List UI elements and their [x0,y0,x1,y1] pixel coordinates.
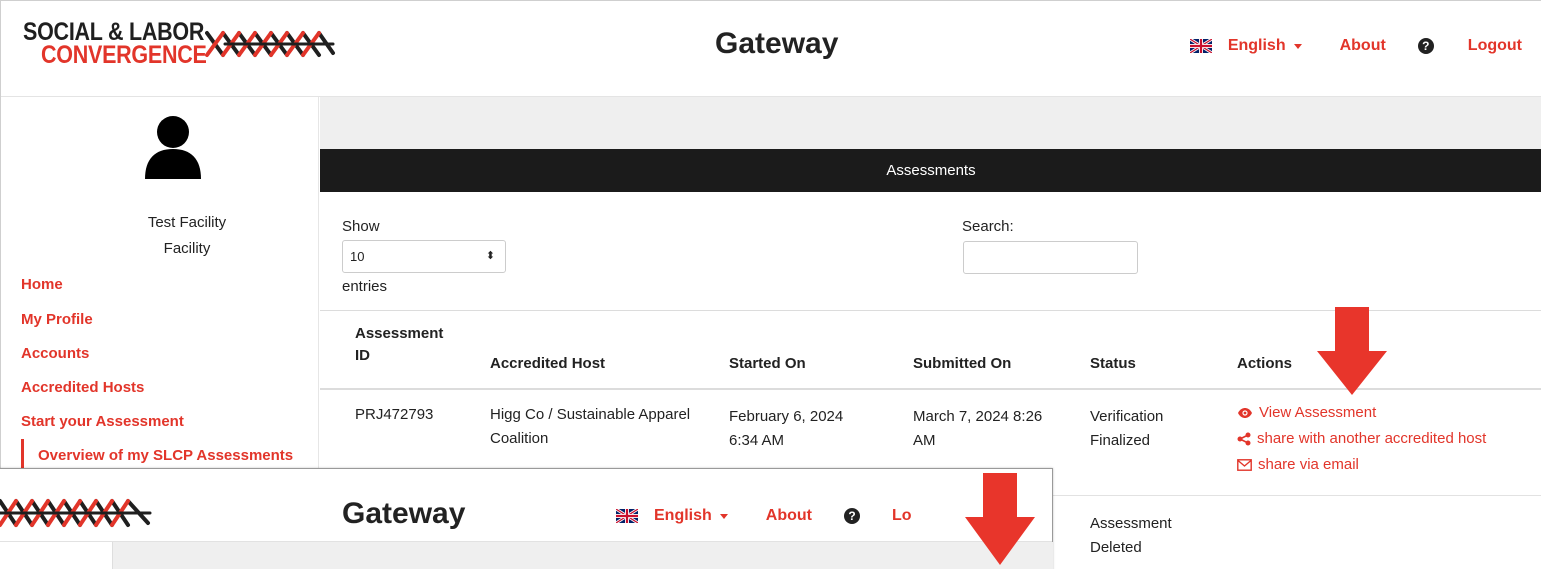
question-circle-icon[interactable]: ? [1417,38,1434,54]
cell-host-line2: Coalition [490,430,549,447]
browser-frame: SOCIAL & LABOR CONVERGENCE Gateway Engli… [0,0,1541,569]
sidebar-item-my-profile[interactable]: My Profile [21,303,319,337]
overlay-screenshot: Gateway English About ? Lo [0,468,1053,569]
header-started-on[interactable]: Started On [729,353,806,375]
eye-icon [1238,407,1252,418]
cell-submitted-line2: AM [913,432,936,449]
overlay-logout-link[interactable]: Lo [892,507,912,525]
top-navbar: SOCIAL & LABOR CONVERGENCE Gateway Engli… [1,1,1541,97]
cell-status-row2-line2: Deleted [1090,539,1142,556]
page-title: Gateway [715,27,839,60]
cell-status-row2: Assessment Deleted [1090,512,1172,560]
question-circle-icon[interactable]: ? [843,508,860,524]
sidebar-item-start-assessment[interactable]: Start your Assessment [21,405,319,439]
overlay-about-link[interactable]: About [766,507,812,525]
sidebar-menu: Home My Profile Accounts Accredited Host… [21,273,319,473]
slcp-logo[interactable]: SOCIAL & LABOR CONVERGENCE [23,19,343,79]
overlay-language-label: English [654,507,712,524]
language-dropdown[interactable]: English [1189,37,1302,55]
header-accredited-host[interactable]: Accredited Host [490,353,605,375]
uk-flag-icon [616,509,638,523]
overlay-language-dropdown[interactable]: English [616,507,728,525]
entries-select-value: 10 [350,249,365,264]
nav-right: English About ? Logout [1189,37,1522,55]
language-label: English [1227,37,1286,54]
cell-accredited-host: Higg Co / Sustainable Apparel Coalition [490,403,690,451]
share-accredited-host-link[interactable]: share with another accredited host [1237,430,1486,447]
sidebar-item-home[interactable]: Home [21,273,319,303]
cell-started-on: February 6, 2024 6:34 AM [729,405,843,453]
entries-label: entries [342,278,388,295]
header-assessment-id-line1: Assessment [355,325,444,342]
header-assessment-id[interactable]: Assessment ID [355,323,443,367]
logo-text-line2: CONVERGENCE [41,41,207,69]
user-avatar-icon [145,116,201,179]
overlay-page-title: Gateway [342,497,466,530]
cell-status: Verification Finalized [1090,405,1163,453]
cell-submitted-on: March 7, 2024 8:26 AM [913,405,1042,453]
entries-per-page-select[interactable]: 10 ⬍ [342,240,506,273]
search-input[interactable] [963,241,1138,274]
annotation-arrow-down-icon [1317,307,1387,395]
header-actions: Actions [1237,355,1293,372]
envelope-icon [1237,458,1252,471]
cell-host-line1: Higg Co / Sustainable Apparel [490,406,691,423]
header-assessment-id-line2: ID [355,347,370,364]
sidebar-item-accredited-hosts[interactable]: Accredited Hosts [21,371,319,405]
sidebar-item-accounts[interactable]: Accounts [21,337,319,371]
cell-started-line2: 6:34 AM [729,432,785,449]
share-via-email-link[interactable]: share via email [1237,456,1359,473]
assessments-panel-header: Assessments [320,149,1541,192]
cell-status-line1: Verification [1090,408,1164,425]
view-assessment-link[interactable]: View Assessment [1237,404,1376,421]
chevron-down-icon [719,513,728,519]
chevron-down-icon [1293,43,1302,49]
overlay-gray-bar [113,542,1053,569]
search-label: Search: [962,218,1014,235]
cell-status-line2: Finalized [1090,432,1151,449]
uk-flag-icon [1189,39,1212,53]
cell-started-line1: February 6, 2024 [729,408,844,425]
logo-braid-icon [0,499,152,527]
select-updown-icon: ⬍ [485,250,495,262]
logo-braid-icon [205,31,335,57]
header-status[interactable]: Status [1090,353,1136,375]
sidebar-user-name: Test Facility [147,214,227,231]
cell-assessment-id: PRJ472793 [355,406,434,423]
sidebar-user-role: Facility [163,240,211,257]
annotation-arrow-down-icon [965,473,1035,565]
cell-submitted-line1: March 7, 2024 8:26 [913,408,1043,425]
about-link[interactable]: About [1340,37,1386,55]
header-submitted-on[interactable]: Submitted On [913,353,1011,375]
show-label: Show [342,218,380,235]
cell-status-row2-line1: Assessment [1090,515,1172,532]
content-gray-bar [320,97,1541,149]
share-icon [1237,432,1251,445]
overlay-nav-right: English About ? Lo [616,507,912,525]
share-via-email-label: share via email [1258,456,1359,473]
logout-link[interactable]: Logout [1468,37,1522,55]
view-assessment-label: View Assessment [1259,404,1377,421]
share-accredited-host-label: share with another accredited host [1257,430,1487,447]
